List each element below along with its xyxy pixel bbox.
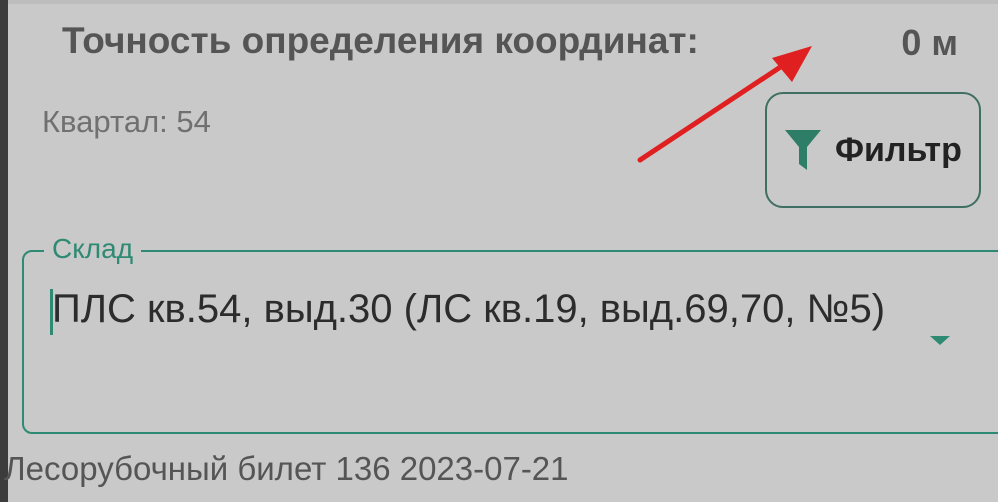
filter-label: Фильтр (835, 130, 962, 169)
warehouse-value[interactable]: ПЛС кв.54, выд.30 (ЛС кв.19, выд.69,70, … (52, 283, 912, 335)
left-edge (0, 0, 8, 502)
quarter-label: Квартал: 54 (42, 104, 211, 139)
accuracy-value: 0 м (901, 22, 958, 63)
filter-button[interactable]: Фильтр (765, 92, 981, 208)
warehouse-field[interactable] (22, 250, 998, 434)
warehouse-label: Склад (44, 233, 142, 265)
text-cursor (50, 289, 53, 335)
filter-icon (785, 130, 821, 170)
accuracy-label: Точность определения координат: (62, 20, 699, 61)
logging-ticket-text: Лесорубочный билет 136 2023-07-21 (4, 450, 569, 487)
top-edge (0, 0, 998, 4)
chevron-down-icon[interactable] (930, 336, 950, 345)
